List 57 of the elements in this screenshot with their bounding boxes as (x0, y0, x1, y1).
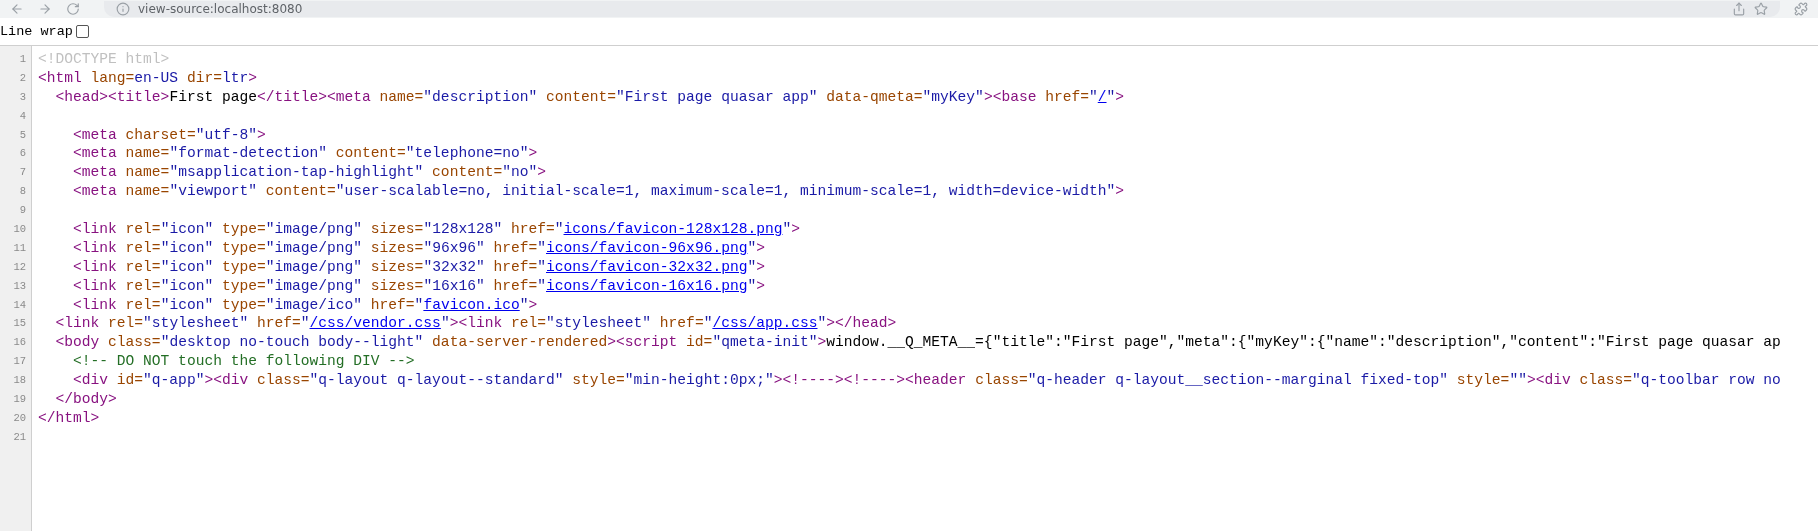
code-line: <link rel="icon" type="image/png" sizes="16x16" href="icons/favicon-16x16.png"> (72, 276, 765, 296)
line-number: 11 (12, 240, 27, 256)
code-line: <!-- DO NOT touch the following DIV --> (72, 352, 415, 372)
code-line: <html lang=en-US dir=ltr> (38, 68, 257, 88)
source-link[interactable]: icons/favicon-16x16.png (546, 277, 748, 294)
line-number: 4 (18, 108, 27, 124)
forward-icon[interactable] (38, 2, 52, 16)
line-number: 2 (18, 70, 27, 86)
line-number: 6 (18, 146, 27, 162)
code-line: <link rel="icon" type="image/ico" href="favicon.ico"> (72, 295, 538, 315)
line-number: 3 (18, 89, 27, 105)
line-wrap-label: Line wrap (0, 24, 73, 39)
source-link[interactable]: /css/app.css (712, 315, 818, 332)
line-number: 12 (12, 259, 27, 275)
back-icon[interactable] (10, 2, 24, 16)
code-line: <link rel="icon" type="image/png" sizes="128x128" href="icons/favicon-128x128.png"> (72, 220, 800, 239)
line-number: 10 (12, 222, 27, 237)
source-link[interactable]: icons/favicon-96x96.png (546, 239, 748, 256)
line-number: 14 (12, 297, 27, 313)
line-number: 9 (18, 203, 27, 219)
code-line: <meta name="viewport" content="user-scalable=no, initial-scale=1, maximum-scale=1, minimum-scale=1, width=device-width"> (72, 182, 1124, 202)
share-icon[interactable] (1732, 2, 1746, 16)
code-line: </body> (54, 390, 117, 409)
star-icon[interactable] (1754, 2, 1768, 16)
line-number: 7 (18, 165, 27, 181)
line-number: 1 (18, 52, 27, 67)
code-line: <meta charset="utf-8"> (72, 125, 266, 145)
line-number: 16 (12, 335, 27, 351)
code-line: <link rel="icon" type="image/png" sizes="96x96" href="icons/favicon-96x96.png"> (72, 238, 765, 258)
code-line: <head><title>First page</title><meta name="description" content="First page quasar app" data-qmeta="myKey"><base href="/"> (54, 87, 1125, 107)
code-line: <meta name="format-detection" content="telephone=no"> (72, 144, 538, 164)
code-line: <!DOCTYPE html> (38, 50, 170, 69)
line-number: 8 (18, 184, 27, 200)
code-line: <link rel="icon" type="image/png" sizes="32x32" href="icons/favicon-32x32.png"> (72, 257, 765, 277)
line-number: 13 (12, 278, 27, 294)
line-number: 18 (12, 373, 27, 389)
address-field[interactable]: view-source:localhost:8080 (104, 1, 1780, 17)
code-line: <meta name="msapplication-tap-highlight" content="no"> (72, 163, 546, 183)
line-number: 5 (18, 127, 27, 143)
source-link[interactable]: /css/vendor.css (309, 315, 441, 332)
code-line: <body class="desktop no-touch body--light" data-server-rendered><script id="qmeta-init">window.__Q_META__={"title":"First page","meta":{"myKey":{"name":"description","content":"First page quasar ap (54, 333, 1781, 353)
line-number: 19 (12, 392, 27, 408)
line-number: 17 (12, 354, 27, 370)
source-link[interactable]: favicon.ico (423, 296, 520, 313)
code-line: <link rel="stylesheet" href="/css/vendor.css"><link rel="stylesheet" href="/css/app.css"></head> (54, 314, 897, 334)
line-number: 20 (12, 410, 27, 426)
source-link[interactable]: icons/favicon-128x128.png (563, 221, 783, 237)
code-line: </html> (38, 408, 100, 428)
line-wrap-checkbox[interactable] (75, 25, 89, 38)
code-line: <div id="q-app"><div class="q-layout q-layout--standard" style="min-height:0px;"><!----><!----><header class="q-header q-layout__section--marginal fixed-top" style=""><div class="q-toolbar row no (72, 371, 1781, 391)
line-number: 15 (12, 316, 27, 332)
info-icon[interactable] (116, 2, 130, 16)
source-link[interactable]: / (1097, 88, 1107, 105)
reload-icon[interactable] (66, 2, 80, 16)
line-number: 21 (12, 429, 27, 445)
puzzle-icon[interactable] (1794, 2, 1808, 16)
source-link[interactable]: icons/favicon-32x32.png (546, 258, 748, 275)
